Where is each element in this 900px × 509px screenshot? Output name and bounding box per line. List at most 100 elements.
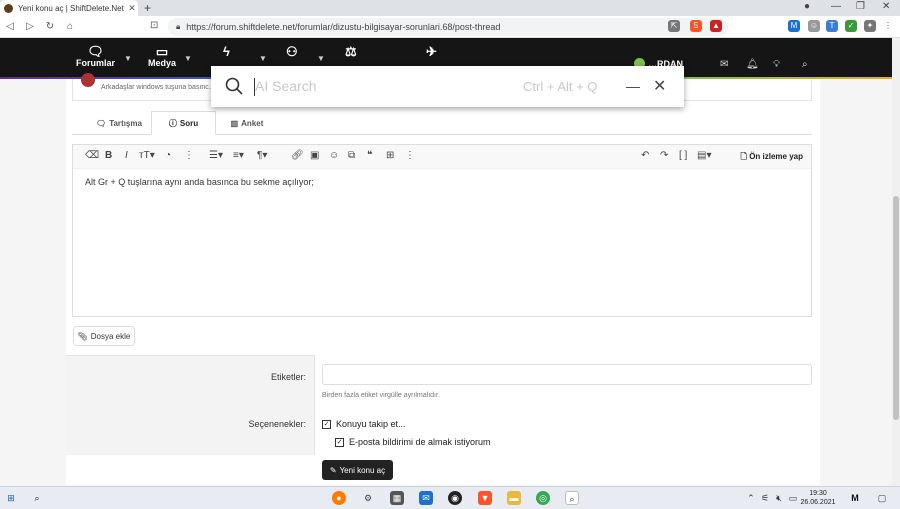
chevron-down-icon[interactable]: ▼ xyxy=(184,54,192,63)
watch-thread-checkbox[interactable]: ✓ Konuyu takip et... xyxy=(322,419,406,429)
tags-hint: Birden fazla etiket virgülle ayrılmalıdı… xyxy=(322,392,440,399)
chevron-down-icon[interactable]: ▼ xyxy=(317,54,325,63)
file-explorer-icon[interactable]: ▬ xyxy=(507,491,521,505)
page-scrollbar[interactable] xyxy=(892,38,900,486)
nav-forumlar-label: Forumlar xyxy=(76,58,116,68)
chrome-icon[interactable]: ◎ xyxy=(536,491,550,505)
smiley-icon[interactable]: ☺ xyxy=(329,150,339,161)
eraser-icon[interactable]: ⌫ xyxy=(85,150,99,161)
scales-icon[interactable]: ⚖ xyxy=(345,44,357,59)
scrollbar-thumb[interactable] xyxy=(893,196,899,420)
bold-icon[interactable]: B xyxy=(105,150,112,161)
thread-type-tabs: 🗨︎ Tartışma ⓘ Soru ▥ Anket xyxy=(72,111,812,135)
app-logo-icon[interactable]: M xyxy=(848,491,862,505)
lightbulb-icon[interactable]: 💡︎ xyxy=(773,59,780,70)
align-icon[interactable]: ≡▾ xyxy=(233,150,244,161)
list-icon[interactable]: ☰▾ xyxy=(209,150,223,161)
message-editor[interactable]: ⌫ B I тT▾ ◔ ⋮ ☰▾ ≡▾ ¶▾ 🔗︎ ▣ ☺ ⧉ ❝ ⊞ ⋮ ↶ … xyxy=(72,144,812,317)
extension-m-icon[interactable]: M xyxy=(788,20,800,32)
taskbar-clock[interactable]: 19:30 26.06.2021 xyxy=(800,489,836,507)
brave-rewards-icon[interactable]: ▲ xyxy=(710,20,722,32)
more-options-icon[interactable]: ⋮ xyxy=(405,150,415,161)
media-icon[interactable]: ⧉ xyxy=(348,150,355,161)
nav-forumlar[interactable]: 🗨︎ Forumlar xyxy=(76,44,115,68)
maximize-window-icon[interactable]: ❐ xyxy=(856,1,865,12)
tab-close-icon[interactable]: ✕ xyxy=(126,3,138,14)
edit-icon: ✎ xyxy=(329,465,337,475)
browser-tab[interactable]: Yeni konu aç | ShiftDelete.Net Fo… ✕ xyxy=(0,0,138,16)
brave-browser-icon[interactable]: ▼ xyxy=(478,491,492,505)
chevron-down-icon[interactable]: ▼ xyxy=(259,54,267,63)
paperclip-icon: 📎︎ xyxy=(77,331,88,341)
clock-time: 19:30 xyxy=(809,490,827,497)
search-icon[interactable]: ⌕ xyxy=(802,59,808,70)
image-icon[interactable]: ▣ xyxy=(310,150,319,161)
tags-input[interactable] xyxy=(322,364,812,385)
more-options-icon[interactable]: ⋮ xyxy=(184,150,194,161)
link-icon[interactable]: 🔗︎ xyxy=(291,150,304,161)
create-thread-label: Yeni konu aç xyxy=(339,465,386,475)
profile-icon[interactable]: ● xyxy=(804,1,810,12)
redo-icon[interactable]: ↷ xyxy=(660,150,668,161)
undo-icon[interactable]: ↶ xyxy=(641,150,649,161)
share-icon[interactable]: ⇱ xyxy=(668,20,680,32)
tab-soru[interactable]: ⓘ Soru xyxy=(151,111,216,135)
lightning-icon[interactable]: ϟ xyxy=(223,44,230,59)
network-icon[interactable]: ⚟ xyxy=(758,491,772,505)
mail-icon[interactable]: ✉ xyxy=(419,491,433,505)
extension-person-icon[interactable]: ☺ xyxy=(808,20,820,32)
attach-file-button[interactable]: 📎︎ Dosya ekle xyxy=(73,326,135,346)
drafts-icon[interactable]: ▤▾ xyxy=(697,150,711,161)
editor-body-text: Alt Gr + Q tuşlarına aynı anda basınca b… xyxy=(85,177,314,187)
checkbox-checked-icon: ✓ xyxy=(335,437,344,447)
quote-icon[interactable]: ❝ xyxy=(367,150,372,161)
settings-gear-icon[interactable]: ⚙ xyxy=(361,491,375,505)
bookmark-icon[interactable]: ⊡ xyxy=(150,20,158,31)
ai-search-app-icon[interactable]: ⌕ xyxy=(565,491,579,505)
browser-toolbar: ◁ ▷ ↻ ⌂ ⊡ 🔒︎ https://forum.shiftdelete.n… xyxy=(0,16,900,38)
minimize-icon[interactable]: — xyxy=(626,78,640,94)
nav-medya[interactable]: ▭ Medya xyxy=(148,44,176,68)
rocket-icon[interactable]: ✈ xyxy=(426,44,437,59)
email-notify-checkbox[interactable]: ✓ E-posta bildirimi de almak istiyorum xyxy=(335,437,491,447)
volume-muted-icon[interactable]: 🔇︎ xyxy=(772,491,786,505)
tab-tartisma[interactable]: 🗨︎ Tartışma xyxy=(84,111,154,135)
tab-anket[interactable]: ▥ Anket xyxy=(222,111,272,135)
search-icon[interactable]: ⌕ xyxy=(30,491,44,505)
italic-icon[interactable]: I xyxy=(125,150,128,161)
battery-icon[interactable]: ▭ xyxy=(786,491,800,505)
translate-extension-icon[interactable]: T xyxy=(826,20,838,32)
reload-icon[interactable]: ↻ xyxy=(40,21,60,32)
browser-menu-icon[interactable]: ⋮ xyxy=(882,20,894,32)
watch-thread-label: Konuyu takip et... xyxy=(336,419,406,429)
table-icon[interactable]: ⊞ xyxy=(386,150,394,161)
windows-start-icon[interactable]: ⊞ xyxy=(4,491,18,505)
back-icon[interactable]: ◁ xyxy=(0,21,20,32)
preview-button[interactable]: 🗋︎ Ön izleme yap xyxy=(741,151,803,165)
ai-search-input[interactable]: AI Search xyxy=(255,78,316,94)
media-player-icon[interactable]: ◉ xyxy=(448,491,462,505)
minimize-window-icon[interactable]: — xyxy=(831,1,841,12)
palette-icon[interactable]: ◔ xyxy=(165,150,171,161)
chevron-down-icon[interactable]: ▼ xyxy=(124,54,132,63)
shield-extension-icon[interactable]: ✓ xyxy=(845,20,857,32)
chevron-up-icon[interactable]: ⌃ xyxy=(744,491,758,505)
brave-shield-icon[interactable]: 5 xyxy=(690,20,702,32)
calculator-icon[interactable]: ▦ xyxy=(390,491,404,505)
firefox-icon[interactable]: ● xyxy=(332,491,346,505)
notifications-icon[interactable]: ▢ xyxy=(875,491,889,505)
forward-icon[interactable]: ▷ xyxy=(20,21,40,32)
font-size-icon[interactable]: тT▾ xyxy=(139,150,155,161)
new-tab-icon[interactable]: + xyxy=(144,1,151,15)
create-thread-button[interactable]: ✎ Yeni konu aç xyxy=(322,460,393,480)
address-bar[interactable]: 🔒︎ https://forum.shiftdelete.net/forumla… xyxy=(168,18,728,36)
bbcode-toggle-icon[interactable]: [ ] xyxy=(679,150,687,161)
extensions-puzzle-icon[interactable]: ✦ xyxy=(864,20,876,32)
home-icon[interactable]: ⌂ xyxy=(60,21,80,32)
paragraph-icon[interactable]: ¶▾ xyxy=(257,150,267,161)
close-icon[interactable]: ✕ xyxy=(653,76,666,96)
users-icon[interactable]: ⚇ xyxy=(286,44,298,59)
inbox-icon[interactable]: ✉ xyxy=(720,59,728,70)
bell-icon[interactable]: 🔔︎ xyxy=(746,59,759,70)
close-window-icon[interactable]: ✕ xyxy=(882,1,890,12)
